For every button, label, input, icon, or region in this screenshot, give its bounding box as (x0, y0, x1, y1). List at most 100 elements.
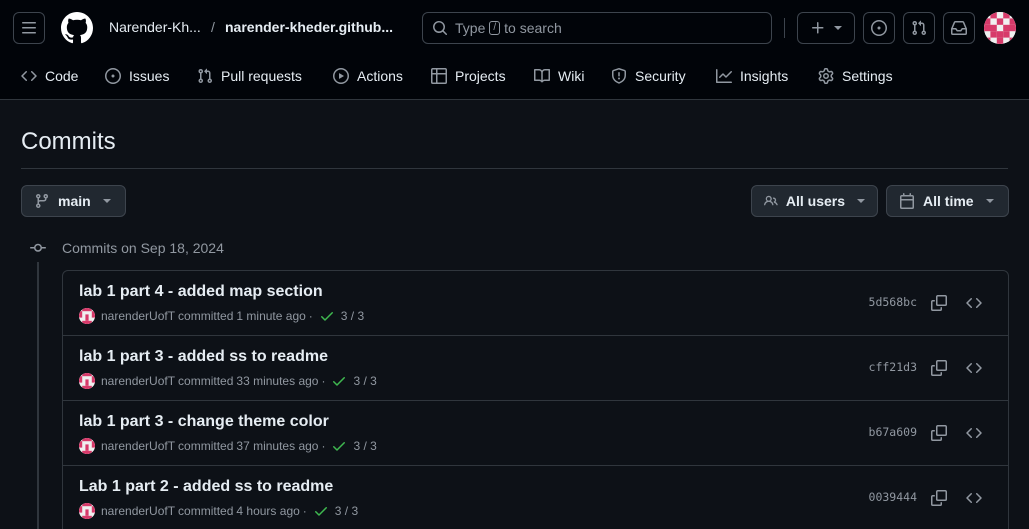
commit-author[interactable]: narenderUofT (101, 374, 175, 388)
search-placeholder-post: to search (504, 20, 562, 36)
commit-time: 37 minutes ago (236, 439, 319, 453)
commit-row: lab 1 part 3 - change theme color narend… (63, 401, 1008, 466)
commit-sha[interactable]: 5d568bc (865, 295, 917, 309)
check-status[interactable]: 3 / 3 (353, 374, 376, 388)
tab-settings[interactable]: Settings (818, 66, 893, 86)
browse-code-button[interactable] (962, 291, 986, 315)
commit-title[interactable]: lab 1 part 4 - added map section (79, 283, 323, 301)
time-filter[interactable]: All time (886, 185, 1009, 217)
copy-sha-button[interactable] (927, 356, 951, 380)
tab-insights-label: Insights (740, 68, 789, 84)
tab-pull-requests[interactable]: Pull requests (197, 66, 302, 86)
breadcrumb-owner[interactable]: Narender-Kh... (109, 19, 201, 35)
tab-wiki-label: Wiki (558, 68, 585, 84)
commit-meta: narenderUofT committed 37 minutes ago · … (79, 438, 377, 454)
tab-settings-label: Settings (842, 68, 893, 84)
commit-author[interactable]: narenderUofT (101, 504, 175, 518)
people-icon (764, 195, 778, 206)
commit-sha[interactable]: b67a609 (865, 425, 917, 439)
commit-author[interactable]: narenderUofT (101, 309, 175, 323)
users-filter[interactable]: All users (751, 185, 878, 217)
inbox-icon (951, 21, 967, 35)
shield-icon (612, 68, 626, 84)
issues-shortcut-button[interactable] (863, 12, 895, 44)
tab-code-label: Code (45, 68, 79, 84)
copy-icon (931, 360, 947, 376)
tab-wiki[interactable]: Wiki (534, 66, 584, 86)
time-filter-label: All time (923, 193, 974, 209)
header-divider (784, 18, 785, 38)
copy-sha-button[interactable] (927, 291, 951, 315)
users-filter-label: All users (785, 193, 845, 209)
copy-sha-button[interactable] (927, 486, 951, 510)
search-input[interactable]: Type / to search (422, 12, 772, 44)
identicon-icon (984, 12, 1016, 44)
title-divider (21, 168, 1008, 169)
commit-title[interactable]: Lab 1 part 2 - added ss to readme (79, 478, 333, 496)
branch-selector[interactable]: main (21, 185, 126, 217)
commit-list: lab 1 part 4 - added map section narende… (62, 270, 1009, 529)
search-placeholder-pre: Type (455, 20, 486, 36)
meta-dot: · (308, 309, 313, 323)
graph-icon (716, 69, 732, 83)
commit-sha[interactable]: 0039444 (865, 490, 917, 504)
issue-icon (871, 20, 887, 36)
copy-icon (931, 425, 947, 441)
tab-issues-label: Issues (129, 68, 170, 84)
tab-projects[interactable]: Projects (431, 66, 506, 86)
commit-title[interactable]: lab 1 part 3 - added ss to readme (79, 348, 328, 366)
chevron-down-icon (857, 199, 865, 203)
gear-icon (818, 68, 834, 84)
check-icon[interactable] (313, 503, 329, 519)
check-icon[interactable] (331, 438, 347, 454)
branch-icon (35, 194, 48, 209)
copy-icon (931, 295, 947, 311)
commit-author[interactable]: narenderUofT (101, 439, 175, 453)
chevron-down-icon (834, 26, 842, 30)
tab-code[interactable]: Code (21, 66, 78, 86)
commit-sha[interactable]: cff21d3 (865, 360, 917, 374)
commit-time: 1 minute ago (236, 309, 306, 323)
commit-row: lab 1 part 4 - added map section narende… (63, 271, 1008, 336)
check-icon[interactable] (331, 373, 347, 389)
repo-header: Narender-Kh... / narender-kheder.github.… (0, 0, 1029, 100)
check-status[interactable]: 3 / 3 (341, 309, 364, 323)
tab-insights[interactable]: Insights (716, 66, 788, 86)
browse-code-button[interactable] (962, 356, 986, 380)
menu-button[interactable] (13, 12, 45, 44)
author-avatar[interactable] (79, 438, 95, 454)
book-icon (534, 68, 550, 83)
author-avatar[interactable] (79, 373, 95, 389)
tab-issues[interactable]: Issues (105, 66, 169, 86)
chevron-down-icon (102, 199, 111, 203)
copy-sha-button[interactable] (927, 421, 951, 445)
tab-security[interactable]: Security (611, 66, 686, 86)
breadcrumb-repo[interactable]: narender-kheder.github... (225, 19, 393, 35)
check-status[interactable]: 3 / 3 (335, 504, 358, 518)
browse-code-button[interactable] (962, 486, 986, 510)
github-logo-icon[interactable] (61, 12, 93, 44)
user-avatar[interactable] (984, 12, 1016, 44)
commit-row: Lab 1 part 2 - added ss to readme narend… (63, 466, 1008, 529)
code-icon (966, 492, 982, 504)
commit-verb: committed (178, 374, 234, 388)
check-icon[interactable] (319, 308, 335, 324)
tab-actions[interactable]: Actions (333, 66, 403, 86)
commit-verb: committed (178, 309, 234, 323)
tab-actions-label: Actions (357, 68, 403, 84)
pull-request-icon (198, 68, 213, 84)
meta-dot: · (321, 439, 326, 453)
pull-requests-shortcut-button[interactable] (903, 12, 935, 44)
play-icon (333, 68, 349, 84)
inbox-button[interactable] (943, 12, 975, 44)
commit-group-date: Commits on Sep 18, 2024 (62, 240, 224, 256)
create-new-button[interactable] (797, 12, 855, 44)
check-status[interactable]: 3 / 3 (353, 439, 376, 453)
git-commit-icon (30, 243, 46, 252)
author-avatar[interactable] (79, 503, 95, 519)
chevron-down-icon (985, 199, 994, 203)
commit-title[interactable]: lab 1 part 3 - change theme color (79, 413, 329, 431)
author-avatar[interactable] (79, 308, 95, 324)
browse-code-button[interactable] (962, 421, 986, 445)
code-icon (966, 297, 982, 309)
